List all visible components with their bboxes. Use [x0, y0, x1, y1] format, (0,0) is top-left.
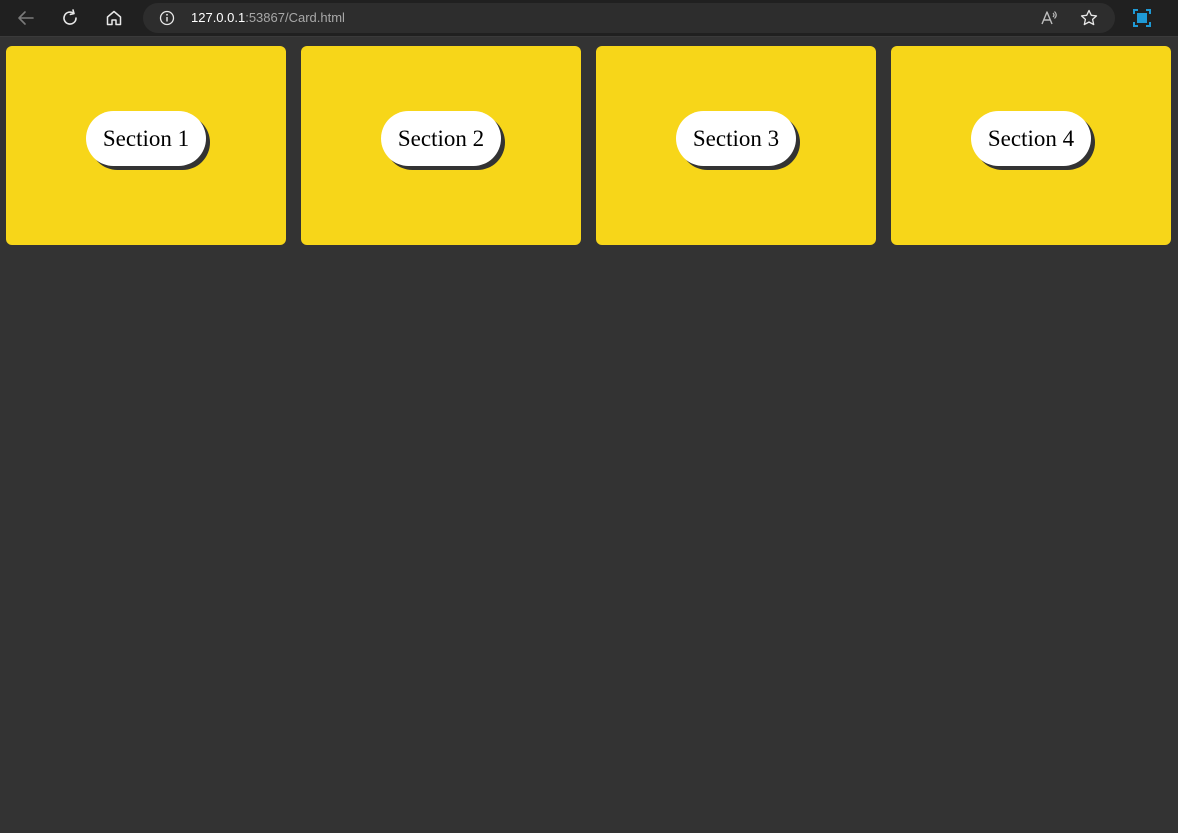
reload-button[interactable] — [56, 5, 84, 31]
url-host: 127.0.0.1 — [191, 10, 246, 25]
star-icon — [1080, 9, 1098, 26]
section-card-1: Section 1 — [6, 46, 286, 245]
arrow-left-icon — [18, 11, 34, 25]
screen-capture-button[interactable] — [1131, 7, 1153, 29]
page-content: Section 1 Section 2 Section 3 Section 4 — [0, 38, 1178, 833]
reload-icon — [63, 9, 77, 25]
section-3-button[interactable]: Section 3 — [676, 111, 796, 166]
read-aloud-button[interactable] — [1039, 8, 1059, 28]
card-row: Section 1 Section 2 Section 3 Section 4 — [6, 46, 1171, 245]
section-card-2: Section 2 — [301, 46, 581, 245]
screen-capture-icon — [1133, 9, 1151, 27]
url-path: :53867/Card.html — [245, 10, 345, 25]
section-4-button[interactable]: Section 4 — [971, 111, 1091, 166]
read-aloud-icon — [1041, 11, 1057, 25]
section-card-3: Section 3 — [596, 46, 876, 245]
home-button[interactable] — [100, 5, 128, 31]
back-button[interactable] — [12, 5, 40, 31]
browser-toolbar: 127.0.0.1:53867/Card.html — [0, 0, 1178, 37]
section-2-button[interactable]: Section 2 — [381, 111, 501, 166]
url-text[interactable]: 127.0.0.1:53867/Card.html — [191, 10, 345, 26]
address-bar[interactable]: 127.0.0.1:53867/Card.html — [143, 3, 1115, 33]
home-icon — [106, 10, 122, 26]
favorite-button[interactable] — [1079, 8, 1099, 28]
section-card-4: Section 4 — [891, 46, 1171, 245]
section-1-button[interactable]: Section 1 — [86, 111, 206, 166]
info-icon[interactable] — [159, 10, 175, 26]
